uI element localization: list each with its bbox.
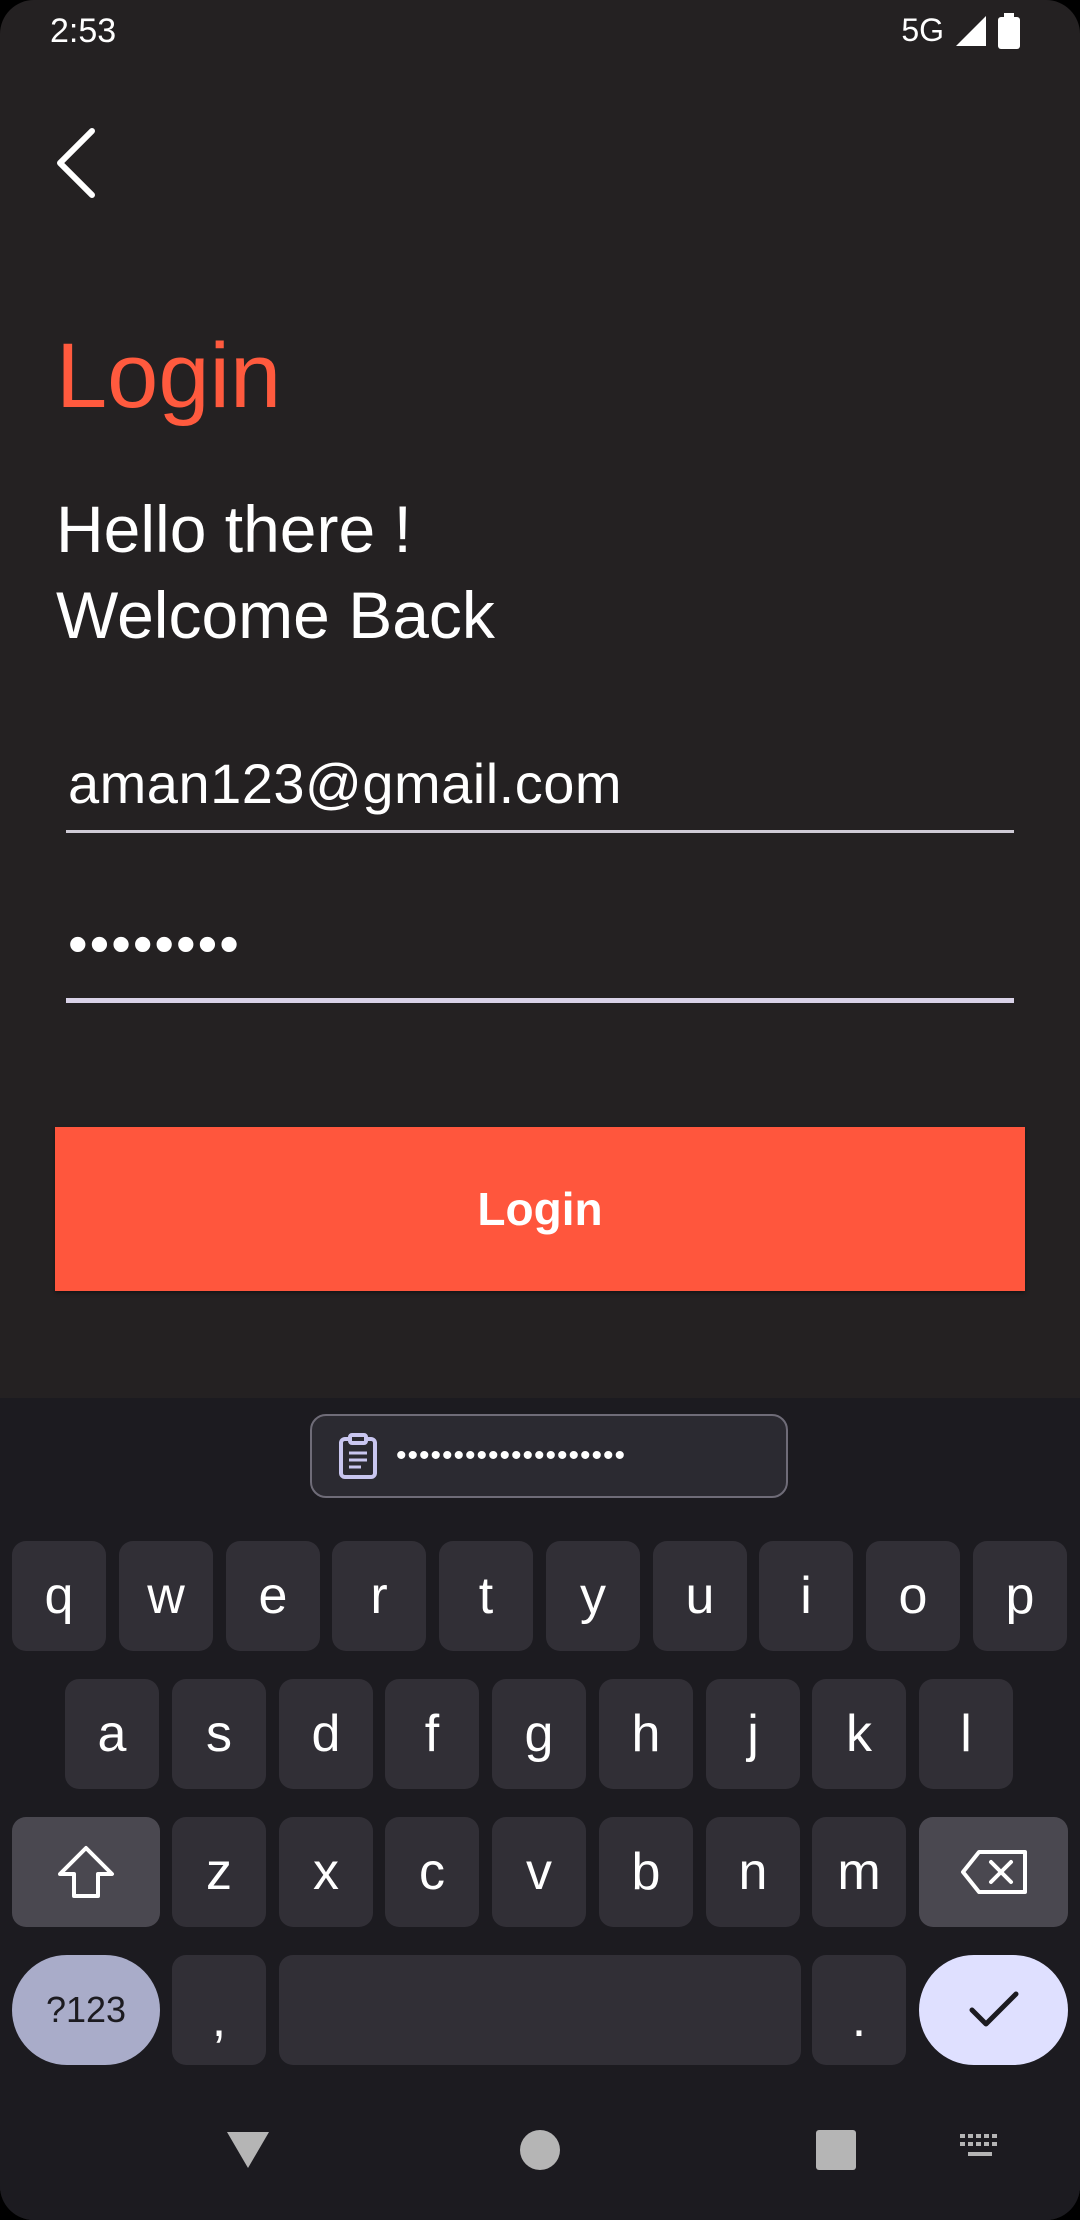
key-u[interactable]: u [653,1541,747,1651]
greeting-text: Hello there ! Welcome Back [56,486,495,658]
key-j[interactable]: j [706,1679,800,1789]
period-key[interactable]: . [812,1955,906,2065]
email-field[interactable]: aman123@gmail.com [66,740,1014,833]
greeting-line-2: Welcome Back [56,578,495,652]
back-arrow-icon [57,128,95,198]
key-t[interactable]: t [439,1541,533,1651]
email-value: aman123@gmail.com [68,752,623,815]
key-v[interactable]: v [492,1817,586,1927]
greeting-line-1: Hello there ! [56,492,412,566]
key-r[interactable]: r [332,1541,426,1651]
status-icons: 5G [901,12,1020,49]
status-time: 2:53 [50,12,117,50]
status-bar: 2:53 5G [0,0,1080,66]
nav-recents-icon [816,2130,856,2170]
nav-home-button[interactable] [510,2120,570,2180]
checkmark-icon [969,1991,1018,2027]
keyboard-switch-button[interactable] [955,2126,1005,2166]
symbols-key[interactable]: ?123 [12,1955,160,2065]
key-f[interactable]: f [385,1679,479,1789]
password-value: •••••••• [68,912,241,975]
key-m[interactable]: m [812,1817,906,1927]
password-field[interactable]: •••••••• [66,910,1014,1003]
key-w[interactable]: w [119,1541,213,1651]
nav-back-button[interactable] [218,2120,278,2180]
nav-home-icon [520,2130,560,2170]
keyboard-icon [960,2134,997,2156]
comma-key[interactable]: , [172,1955,266,2065]
key-n[interactable]: n [706,1817,800,1927]
key-a[interactable]: a [65,1679,159,1789]
keyboard: •••••••••••••••••••• q w e r t y u i o p… [0,1398,1080,2220]
shift-icon [58,1846,114,1898]
space-key[interactable] [279,1955,801,2065]
enter-key[interactable] [919,1955,1068,2065]
key-d[interactable]: d [279,1679,373,1789]
login-screen: 2:53 5G Login Hello there ! Welcome Back… [0,0,1080,2220]
key-s[interactable]: s [172,1679,266,1789]
nav-back-icon [227,2132,269,2168]
key-e[interactable]: e [226,1541,320,1651]
backspace-icon [960,1850,1027,1894]
key-o[interactable]: o [866,1541,960,1651]
battery-icon [998,12,1020,49]
clipboard-icon [339,1433,377,1479]
key-y[interactable]: y [546,1541,640,1651]
signal-icon [954,14,988,48]
key-i[interactable]: i [759,1541,853,1651]
key-k[interactable]: k [812,1679,906,1789]
key-x[interactable]: x [279,1817,373,1927]
key-l[interactable]: l [919,1679,1013,1789]
clipboard-text: •••••••••••••••••••• [396,1439,627,1472]
login-button[interactable]: Login [55,1127,1025,1291]
key-g[interactable]: g [492,1679,586,1789]
navigation-bar [0,2100,1080,2220]
network-type: 5G [901,12,944,48]
key-h[interactable]: h [599,1679,693,1789]
key-q[interactable]: q [12,1541,106,1651]
shift-key[interactable] [12,1817,160,1927]
key-b[interactable]: b [599,1817,693,1927]
back-button[interactable] [40,118,112,208]
key-c[interactable]: c [385,1817,479,1927]
backspace-key[interactable] [919,1817,1068,1927]
page-title: Login [56,325,282,427]
nav-recents-button[interactable] [806,2120,866,2180]
key-p[interactable]: p [973,1541,1067,1651]
clipboard-suggestion[interactable]: •••••••••••••••••••• [310,1414,788,1498]
key-z[interactable]: z [172,1817,266,1927]
